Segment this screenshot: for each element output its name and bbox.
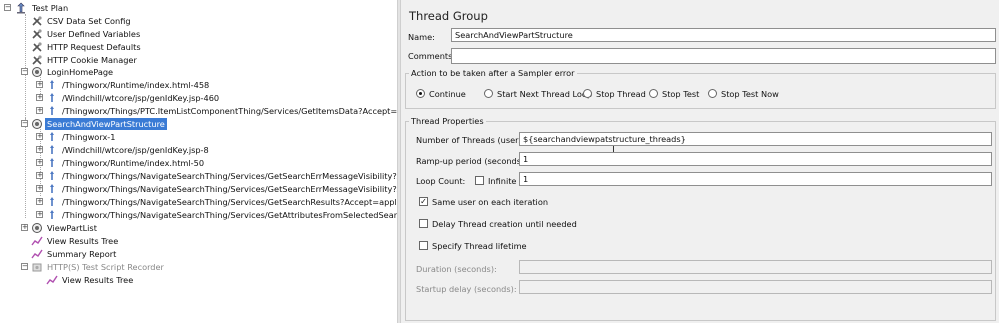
tree-item-label: HTTP Cookie Manager (47, 55, 137, 65)
comments-label: Comments: (408, 51, 456, 61)
wrench-icon (32, 42, 42, 52)
http-sampler-icon (50, 145, 54, 154)
tree-item-label: /Thingworx/Runtime/index.html-50 (62, 158, 205, 168)
name-field[interactable]: SearchAndViewPartStructure (451, 28, 996, 42)
test-plan-tree[interactable]: − Test Plan CSV Data Set Config User Def… (0, 0, 397, 323)
thread-group-panel: Thread Group Name: SearchAndViewPartStru… (401, 0, 999, 323)
http-sampler-icon (50, 210, 54, 219)
expand-toggle[interactable]: + (36, 81, 43, 88)
tree-item-label: /Thingworx/Things/PTC.ItemListComponentT… (62, 106, 397, 116)
duration-label: Duration (seconds): (416, 264, 497, 274)
tree-item-label: /Thingworx/Things/NavigateSearchThing/Se… (62, 210, 397, 220)
tree-item-label: /Windchill/wtcore/jsp/genIdKey.jsp-460 (62, 93, 220, 103)
collapse-toggle[interactable]: − (21, 120, 28, 127)
recorder-icon (32, 263, 42, 272)
thread-group-icon (32, 223, 42, 233)
same-user-checkbox[interactable]: ✓ (419, 197, 428, 206)
listener-graph-icon (46, 275, 58, 285)
expand-toggle[interactable]: + (36, 159, 43, 166)
tree-connector (25, 118, 26, 218)
threads-label: Number of Threads (users): (416, 135, 529, 145)
expand-toggle[interactable]: + (36, 198, 43, 205)
expand-toggle[interactable]: + (36, 185, 43, 192)
stop-thread-label: Stop Thread (596, 89, 646, 99)
comments-field[interactable] (451, 48, 996, 64)
tree-item-label: CSV Data Set Config (47, 16, 131, 26)
expand-toggle[interactable]: + (21, 224, 28, 231)
delay-thread-label: Delay Thread creation until needed (432, 219, 577, 229)
expand-toggle[interactable]: + (36, 133, 43, 140)
collapse-toggle[interactable]: − (21, 263, 28, 270)
loop-count-field[interactable]: 1 (519, 172, 992, 186)
expand-toggle[interactable]: + (36, 211, 43, 218)
test-plan-icon (17, 2, 25, 14)
tree-item-label: LoginHomePage (47, 67, 114, 77)
tree-item-label: SearchAndViewPartStructure (45, 118, 167, 130)
tree-item-label: User Defined Variables (47, 29, 141, 39)
http-sampler-icon (50, 171, 54, 180)
stop-thread-radio[interactable] (583, 89, 592, 98)
start-next-thread-loop-label: Start Next Thread Loop (497, 89, 593, 99)
thread-lifetime-label: Specify Thread lifetime (432, 241, 527, 251)
expand-toggle[interactable]: + (36, 107, 43, 114)
tree-item-label: ViewPartList (47, 223, 97, 233)
expand-toggle[interactable]: + (36, 172, 43, 179)
tree-item-label: HTTP(S) Test Script Recorder (47, 262, 164, 272)
tree-item-label: /Thingworx/Runtime/index.html-458 (62, 80, 210, 90)
start-next-thread-loop-radio[interactable] (484, 89, 493, 98)
same-user-label: Same user on each iteration (432, 197, 549, 207)
expand-toggle[interactable]: + (36, 94, 43, 101)
infinite-checkbox[interactable] (475, 176, 484, 185)
thread-group-icon (32, 119, 42, 129)
wrench-icon (32, 29, 42, 39)
stop-test-now-label: Stop Test Now (721, 89, 779, 99)
http-sampler-icon (50, 197, 54, 206)
threads-field[interactable]: ${searchandviewpatstructure_threads} (519, 132, 992, 146)
rampup-field[interactable]: 1 (519, 152, 992, 166)
thread-lifetime-checkbox[interactable] (419, 241, 428, 250)
rampup-label: Ramp-up period (seconds): (416, 156, 527, 166)
tree-item-label: /Windchill/wtcore/jsp/genIdKey.jsp-8 (62, 145, 209, 155)
stop-test-label: Stop Test (662, 89, 700, 99)
http-sampler-icon (50, 80, 54, 89)
stop-test-radio[interactable] (649, 89, 658, 98)
tree-item-label: /Thingworx-1 (62, 132, 116, 142)
duration-field[interactable] (519, 260, 992, 274)
tree-item-label: View Results Tree (62, 275, 134, 285)
collapse-toggle[interactable]: − (4, 4, 11, 11)
thread-properties-legend: Thread Properties (409, 116, 486, 126)
startup-delay-label: Startup delay (seconds): (416, 284, 517, 294)
http-sampler-icon (50, 93, 54, 102)
sampler-error-group (405, 73, 996, 109)
http-sampler-icon (50, 132, 54, 141)
startup-delay-field[interactable] (519, 280, 992, 294)
expand-toggle[interactable]: + (36, 146, 43, 153)
thread-group-icon (32, 67, 42, 77)
listener-graph-icon (31, 236, 43, 246)
collapse-toggle[interactable]: − (21, 68, 28, 75)
wrench-icon (32, 16, 42, 26)
infinite-label: Infinite (488, 176, 517, 186)
tree-item-label: /Thingworx/Things/NavigateSearchThing/Se… (62, 171, 397, 181)
http-sampler-icon (50, 106, 54, 115)
loop-count-label: Loop Count: (416, 176, 466, 186)
tree-item-label: View Results Tree (47, 236, 119, 246)
continue-radio[interactable] (416, 89, 425, 98)
tree-item-label: /Thingworx/Things/NavigateSearchThing/Se… (62, 184, 397, 194)
delay-thread-checkbox[interactable] (419, 219, 428, 228)
sampler-error-legend: Action to be taken after a Sampler error (409, 68, 577, 78)
tree-root-label: Test Plan (32, 3, 69, 13)
name-label: Name: (408, 32, 435, 42)
tree-item-label: /Thingworx/Things/NavigateSearchThing/Se… (62, 197, 397, 207)
http-sampler-icon (50, 158, 54, 167)
tree-connector (25, 14, 26, 118)
tree-item-label: HTTP Request Defaults (47, 42, 141, 52)
wrench-icon (32, 55, 42, 65)
listener-graph-icon (31, 249, 43, 259)
panel-title: Thread Group (409, 9, 488, 23)
stop-test-now-radio[interactable] (708, 89, 717, 98)
http-sampler-icon (50, 184, 54, 193)
continue-label: Continue (429, 89, 466, 99)
tree-item-label: Summary Report (47, 249, 117, 259)
